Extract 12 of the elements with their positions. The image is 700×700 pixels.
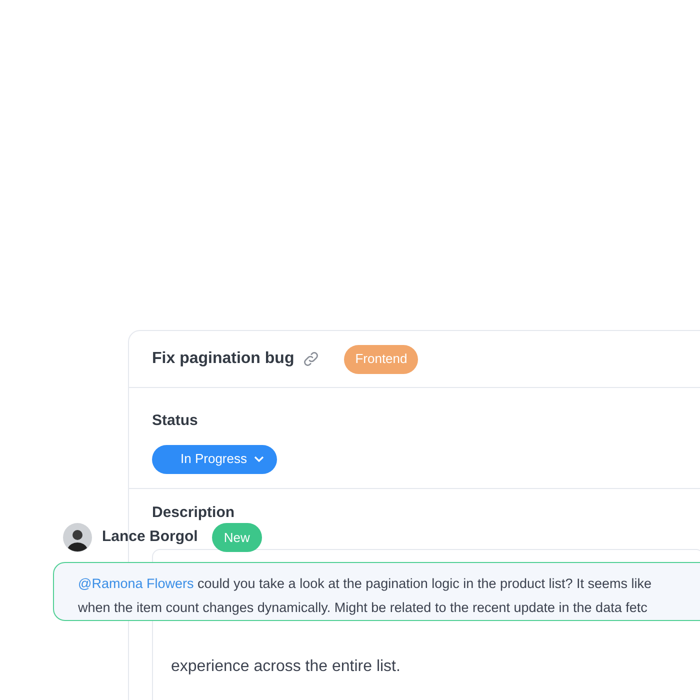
- avatar: [63, 523, 92, 552]
- comment-text: when the item count changes dynamically. Might be related to the recent update in the data fetc: [78, 599, 648, 617]
- status-dropdown[interactable]: In Progress: [152, 444, 277, 474]
- comment-text: @Ramona Flowers could you take a look at the pagination logic in the product list? It seems like: [78, 575, 653, 593]
- description-label: Description: [152, 503, 236, 523]
- status-label: Status: [152, 411, 199, 431]
- description-text: experience across the entire list.: [171, 658, 400, 674]
- link-icon[interactable]: [302, 350, 320, 368]
- tag-badge: Frontend: [344, 344, 418, 374]
- mention-link[interactable]: @Ramona Flowers: [78, 576, 194, 591]
- task-title: Fix pagination bug: [152, 349, 294, 369]
- author-name: Lance Borgol: [102, 527, 198, 548]
